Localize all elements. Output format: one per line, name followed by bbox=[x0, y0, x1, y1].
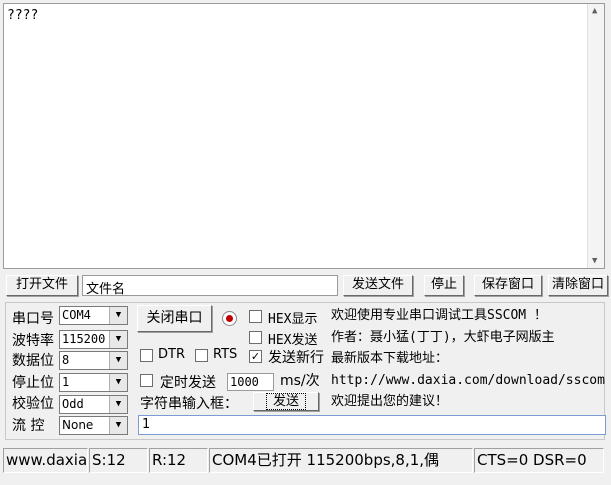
parity-value: Odd bbox=[62, 397, 84, 411]
close-port-button[interactable]: 关闭串口 bbox=[137, 305, 212, 332]
flow-value: None bbox=[62, 418, 94, 432]
chevron-down-icon[interactable]: ▼ bbox=[109, 417, 127, 434]
send-file-button[interactable]: 发送文件 bbox=[343, 275, 413, 296]
parity-select[interactable]: Odd ▼ bbox=[59, 395, 128, 414]
flow-select[interactable]: None ▼ bbox=[59, 416, 128, 435]
stopbits-value: 1 bbox=[62, 375, 70, 389]
send-button[interactable]: 发送 bbox=[253, 392, 319, 411]
filename-value: 文件名 bbox=[86, 282, 126, 297]
flow-label: 流 控 bbox=[12, 418, 45, 434]
string-input-label: 字符串输入框： bbox=[140, 396, 238, 412]
chevron-down-icon[interactable]: ▼ bbox=[109, 396, 127, 413]
hex-send-checkbox[interactable] bbox=[249, 331, 262, 344]
stopbits-select[interactable]: 1 ▼ bbox=[59, 373, 128, 392]
info-panel: 欢迎使用专业串口调试工具SSCOM ！ 作者：聂小猛(丁丁)，大虾电子网版主 最… bbox=[331, 305, 607, 413]
dtr-label: DTR bbox=[158, 347, 185, 362]
status-website: www.daxia.com bbox=[3, 448, 88, 473]
chevron-down-icon[interactable]: ▼ bbox=[109, 331, 127, 348]
parity-label: 校验位 bbox=[12, 396, 54, 412]
scroll-up-arrow-icon[interactable]: ▲ bbox=[592, 6, 597, 16]
chevron-down-icon[interactable]: ▼ bbox=[109, 352, 127, 369]
port-label: 串口号 bbox=[12, 311, 54, 327]
baud-label: 波特率 bbox=[12, 333, 54, 349]
baud-value: 115200 bbox=[62, 332, 106, 346]
vertical-scrollbar[interactable]: ▲ ▼ bbox=[587, 4, 604, 268]
databits-label: 数据位 bbox=[12, 353, 54, 369]
rts-checkbox[interactable] bbox=[195, 349, 208, 362]
send-input[interactable]: 1 bbox=[138, 415, 606, 435]
port-select[interactable]: COM4 ▼ bbox=[59, 306, 128, 325]
databits-value: 8 bbox=[62, 353, 70, 367]
status-port-info: COM4已打开 115200bps,8,1,偶 bbox=[209, 448, 473, 473]
port-value: COM4 bbox=[62, 308, 91, 322]
status-cts-dsr: CTS=0 DSR=0 bbox=[474, 448, 604, 473]
hex-display-label: HEX显示 bbox=[268, 312, 318, 327]
receive-text: ???? bbox=[7, 8, 39, 23]
send-button-label: 发送 bbox=[265, 393, 306, 410]
clear-window-button[interactable]: 清除窗口 bbox=[548, 275, 608, 296]
hex-display-checkbox[interactable] bbox=[249, 310, 262, 323]
receive-textarea[interactable]: ???? ▲ ▼ bbox=[3, 3, 605, 269]
info-line-author: 作者：聂小猛(丁丁)，大虾电子网版主 bbox=[331, 329, 555, 345]
info-line-download-url[interactable]: http://www.daxia.com/download/sscom.rar bbox=[331, 370, 607, 392]
dtr-checkbox[interactable] bbox=[140, 349, 153, 362]
filename-input[interactable]: 文件名 bbox=[82, 275, 338, 297]
send-newline-label: 发送新行 bbox=[268, 350, 324, 366]
interval-unit-label: ms/次 bbox=[280, 373, 320, 389]
databits-select[interactable]: 8 ▼ bbox=[59, 351, 128, 370]
timed-send-label: 定时发送 bbox=[160, 375, 216, 391]
stopbits-label: 停止位 bbox=[12, 375, 54, 391]
info-line-feedback: 欢迎提出您的建议！ bbox=[331, 394, 449, 409]
info-line-download-title: 最新版本下载地址： bbox=[331, 351, 449, 366]
interval-value: 1000 bbox=[230, 375, 259, 389]
rts-label: RTS bbox=[213, 347, 238, 362]
baud-select[interactable]: 115200 ▼ bbox=[59, 330, 128, 349]
send-newline-checkbox[interactable]: ✓ bbox=[249, 350, 262, 363]
send-input-value: 1 bbox=[142, 417, 151, 432]
open-file-button[interactable]: 打开文件 bbox=[6, 275, 78, 296]
status-sent-count: S:12 bbox=[89, 448, 148, 473]
port-status-led-icon bbox=[222, 311, 237, 326]
scroll-down-arrow-icon[interactable]: ▼ bbox=[592, 256, 597, 266]
hex-send-label: HEX发送 bbox=[268, 333, 318, 348]
chevron-down-icon[interactable]: ▼ bbox=[109, 307, 127, 324]
save-window-button[interactable]: 保存窗口 bbox=[474, 275, 542, 296]
chevron-down-icon[interactable]: ▼ bbox=[109, 374, 127, 391]
timed-send-checkbox[interactable] bbox=[140, 374, 153, 387]
info-line-welcome: 欢迎使用专业串口调试工具SSCOM ！ bbox=[331, 308, 547, 323]
interval-input[interactable]: 1000 bbox=[227, 373, 274, 391]
stop-button[interactable]: 停止 bbox=[424, 275, 464, 296]
status-received-count: R:12 bbox=[149, 448, 208, 473]
